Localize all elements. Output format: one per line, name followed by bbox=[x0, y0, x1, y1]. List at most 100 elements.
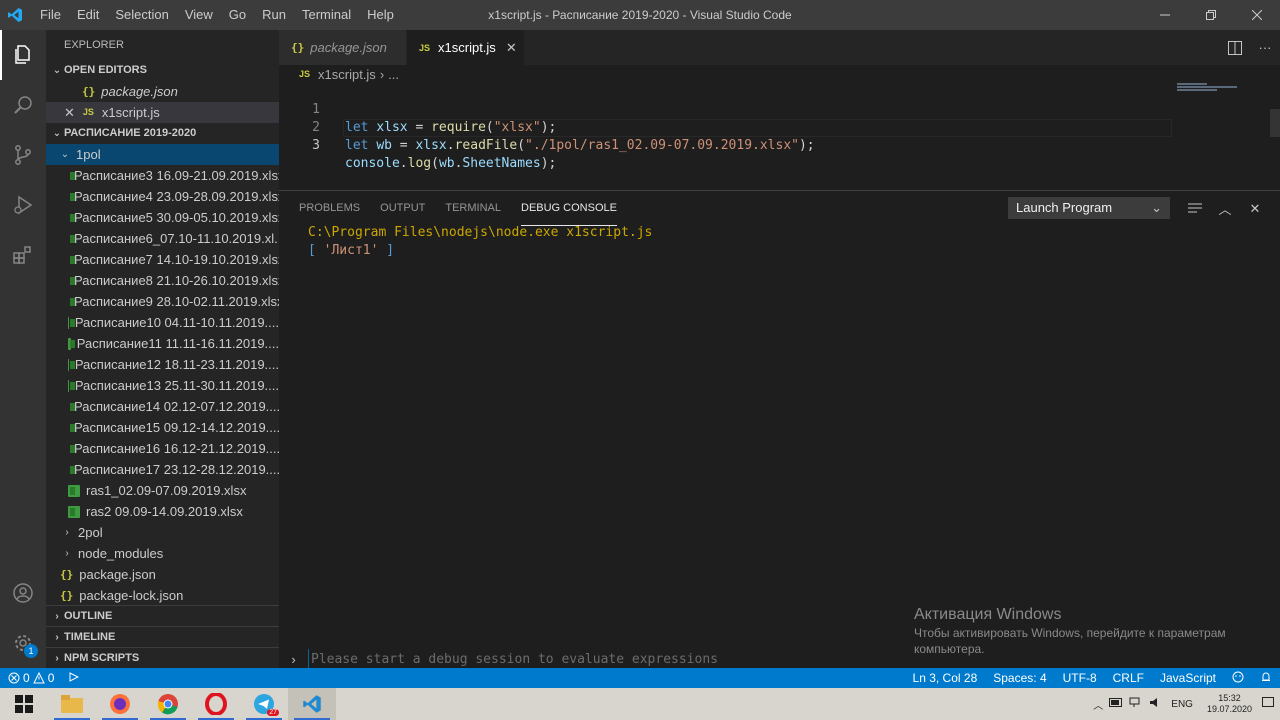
open-editor-package-json[interactable]: {} package.json bbox=[46, 81, 279, 102]
file-package-lock-json[interactable]: {} package-lock.json bbox=[46, 585, 279, 606]
menu-edit[interactable]: Edit bbox=[69, 0, 107, 30]
list-item[interactable]: Расписание14 02.12-07.12.2019.... bbox=[46, 396, 279, 417]
timeline-section[interactable]: › TIMELINE bbox=[46, 626, 279, 648]
extensions-activity[interactable] bbox=[0, 230, 46, 280]
console-output-line: C:\Program Files\nodejs\node.exe x1scrip… bbox=[308, 225, 653, 240]
list-item[interactable]: Расписание6_07.10-11.10.2019.xl... bbox=[46, 228, 279, 249]
open-editors-header[interactable]: ⌄ OPEN EDITORS bbox=[46, 60, 279, 81]
list-item[interactable]: Расписание13 25.11-30.11.2019.... bbox=[46, 375, 279, 396]
menu-run[interactable]: Run bbox=[254, 0, 294, 30]
vscode-icon bbox=[303, 695, 321, 713]
launch-config-select[interactable]: Launch Program ⌄ bbox=[1008, 197, 1170, 219]
list-item[interactable]: Расписание9 28.10-02.11.2019.xlsx bbox=[46, 291, 279, 312]
list-item[interactable]: ras2 09.09-14.09.2019.xlsx bbox=[46, 501, 279, 522]
explorer-activity[interactable] bbox=[0, 30, 46, 80]
taskbar-file-explorer[interactable] bbox=[48, 688, 96, 720]
list-item[interactable]: Расписание3 16.09-21.09.2019.xlsx bbox=[46, 165, 279, 186]
workspace-header[interactable]: ⌄ РАСПИСАНИЕ 2019-2020 bbox=[46, 123, 279, 144]
minimize-button[interactable] bbox=[1142, 0, 1188, 30]
indentation[interactable]: Spaces: 4 bbox=[985, 671, 1054, 685]
restore-button[interactable] bbox=[1188, 0, 1234, 30]
network-icon[interactable] bbox=[1129, 697, 1143, 711]
accounts-activity[interactable] bbox=[0, 568, 46, 618]
npm-scripts-header[interactable]: › NPM SCRIPTS bbox=[46, 648, 279, 668]
timeline-header[interactable]: › TIMELINE bbox=[46, 627, 279, 648]
list-item[interactable]: Расписание12 18.11-23.11.2019.... bbox=[46, 354, 279, 375]
battery-icon[interactable] bbox=[1109, 698, 1123, 710]
problems-status[interactable]: 0 0 bbox=[8, 671, 57, 685]
chevron-right-icon: › bbox=[291, 651, 296, 667]
tab-debug-console[interactable]: DEBUG CONSOLE bbox=[521, 191, 617, 226]
list-item[interactable]: Расписание16 16.12-21.12.2019.... bbox=[46, 438, 279, 459]
code-editor[interactable]: 1 let xlsx = require("xlsx"); 2 let wb =… bbox=[279, 83, 1280, 190]
menu-help[interactable]: Help bbox=[359, 0, 402, 30]
tray-chevron-icon[interactable]: ︿ bbox=[1093, 697, 1103, 712]
search-activity[interactable] bbox=[0, 80, 46, 130]
minimap[interactable] bbox=[1177, 83, 1267, 91]
taskbar-firefox[interactable] bbox=[96, 688, 144, 720]
maximize-panel-icon[interactable]: ︿ bbox=[1210, 199, 1240, 218]
list-item[interactable]: Расписание4 23.09-28.09.2019.xlsx bbox=[46, 186, 279, 207]
close-tab-icon[interactable]: ✕ bbox=[506, 40, 517, 56]
input-language[interactable]: ENG bbox=[1171, 699, 1193, 710]
file-package-json[interactable]: {} package.json bbox=[46, 564, 279, 585]
tab-problems[interactable]: PROBLEMS bbox=[299, 191, 360, 226]
more-actions-icon[interactable]: ··· bbox=[1250, 40, 1280, 55]
feedback-icon[interactable] bbox=[1224, 671, 1252, 686]
start-button[interactable] bbox=[0, 688, 48, 720]
outline-header[interactable]: › OUTLINE bbox=[46, 606, 279, 627]
menu-selection[interactable]: Selection bbox=[107, 0, 176, 30]
list-item[interactable]: Расписание17 23.12-28.12.2019.... bbox=[46, 459, 279, 480]
menu-view[interactable]: View bbox=[177, 0, 221, 30]
folder-1pol[interactable]: ⌄ 1pol bbox=[46, 144, 279, 165]
breadcrumb-rest[interactable]: ... bbox=[388, 67, 399, 82]
split-editor-icon[interactable] bbox=[1220, 40, 1250, 55]
tab-terminal[interactable]: TERMINAL bbox=[445, 191, 501, 226]
taskbar-telegram[interactable]: 27 bbox=[240, 688, 288, 720]
menu-terminal[interactable]: Terminal bbox=[294, 0, 359, 30]
folder-node-modules[interactable]: › node_modules bbox=[46, 543, 279, 564]
volume-icon[interactable] bbox=[1149, 697, 1163, 711]
taskbar-opera[interactable] bbox=[192, 688, 240, 720]
tab-x1script[interactable]: JS x1script.js ✕ bbox=[407, 30, 525, 65]
menu-file[interactable]: File bbox=[32, 0, 69, 30]
taskbar-chrome[interactable] bbox=[144, 688, 192, 720]
breadcrumb-file[interactable]: x1script.js bbox=[318, 67, 376, 82]
vertical-scrollbar[interactable] bbox=[1270, 109, 1280, 137]
tab-label: x1script.js bbox=[438, 40, 496, 55]
close-panel-icon[interactable]: ✕ bbox=[1240, 201, 1270, 217]
taskbar-clock[interactable]: 15:32 19.07.2020 bbox=[1197, 693, 1262, 715]
cursor-position[interactable]: Ln 3, Col 28 bbox=[905, 671, 986, 685]
error-icon bbox=[8, 672, 20, 684]
tab-package-json[interactable]: {} package.json bbox=[279, 30, 407, 65]
close-icon[interactable]: ✕ bbox=[64, 102, 75, 123]
folder-2pol[interactable]: › 2pol bbox=[46, 522, 279, 543]
list-item[interactable]: Расписание7 14.10-19.10.2019.xlsx bbox=[46, 249, 279, 270]
language-mode[interactable]: JavaScript bbox=[1152, 671, 1224, 685]
npm-scripts-section[interactable]: › NPM SCRIPTS bbox=[46, 647, 279, 668]
list-item[interactable]: Расписание5 30.09-05.10.2019.xlsx bbox=[46, 207, 279, 228]
encoding[interactable]: UTF-8 bbox=[1055, 671, 1105, 685]
run-debug-activity[interactable] bbox=[0, 180, 46, 230]
list-item[interactable]: Расписание15 09.12-14.12.2019.... bbox=[46, 417, 279, 438]
bell-icon[interactable] bbox=[1252, 671, 1280, 686]
repl-input[interactable] bbox=[308, 649, 1280, 669]
list-item[interactable]: Расписание8 21.10-26.10.2019.xlsx bbox=[46, 270, 279, 291]
list-item[interactable]: ras1_02.09-07.09.2019.xlsx bbox=[46, 480, 279, 501]
list-item[interactable]: Расписание11 11.11-16.11.2019.... bbox=[46, 333, 279, 354]
source-control-activity[interactable] bbox=[0, 130, 46, 180]
punctuation: ); bbox=[798, 138, 815, 153]
open-editor-x1script[interactable]: ✕ JS x1script.js bbox=[46, 102, 279, 123]
notifications-icon[interactable] bbox=[1262, 696, 1274, 712]
tab-output[interactable]: OUTPUT bbox=[380, 191, 425, 226]
line-ending[interactable]: CRLF bbox=[1105, 671, 1152, 685]
close-window-button[interactable] bbox=[1234, 0, 1280, 30]
clear-console-icon[interactable] bbox=[1180, 203, 1210, 215]
outline-section[interactable]: › OUTLINE bbox=[46, 605, 279, 627]
taskbar-vscode[interactable] bbox=[288, 688, 336, 720]
file-label: ras2 09.09-14.09.2019.xlsx bbox=[86, 504, 243, 519]
run-icon[interactable] bbox=[69, 671, 80, 685]
manage-activity[interactable]: 1 bbox=[0, 618, 46, 668]
list-item[interactable]: Расписание10 04.11-10.11.2019.... bbox=[46, 312, 279, 333]
menu-go[interactable]: Go bbox=[221, 0, 254, 30]
